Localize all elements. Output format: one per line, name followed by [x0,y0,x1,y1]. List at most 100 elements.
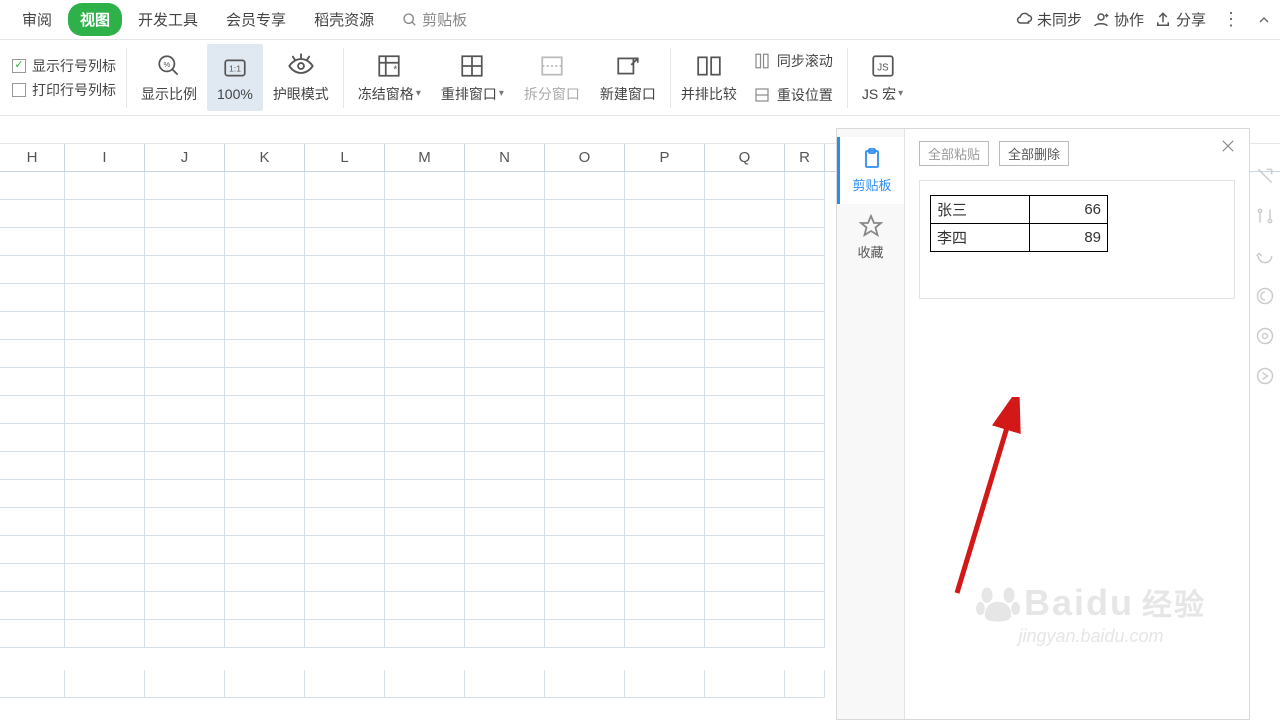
eye-mode-label: 护眼模式 [273,84,329,104]
split-window-button[interactable]: 拆分窗口 [514,44,590,111]
col-header-H[interactable]: H [0,144,65,171]
sync-scroll-button[interactable]: 同步滚动 [749,49,837,73]
star-icon [859,214,883,238]
svg-text:%: % [163,60,170,69]
cell-value: 66 [1030,196,1108,224]
more-menu[interactable]: ⋮ [1216,9,1246,30]
zoom-icon: % [155,52,183,80]
one-to-one-icon: 1:1 [221,54,249,82]
split-label: 拆分窗口 [524,84,580,104]
arrange-windows-button[interactable]: 重排窗口▾ [431,44,514,111]
separator [126,48,127,108]
paste-all-button[interactable]: 全部粘贴 [919,141,989,166]
delete-all-button[interactable]: 全部删除 [999,141,1069,166]
gridline-options: 显示行号列标 打印行号列标 [6,44,122,111]
strip-icon[interactable] [1255,206,1275,226]
sync-scroll-icon [753,52,771,70]
collab-button[interactable]: 协作 [1092,9,1144,30]
panel-tab-clipboard[interactable]: 剪贴板 [837,137,904,204]
eye-mode-button[interactable]: 护眼模式 [263,44,339,111]
tab-daoke[interactable]: 稻壳资源 [302,3,386,36]
separator [847,48,848,108]
display-ratio-label: 显示比例 [141,84,197,104]
strip-icon[interactable] [1255,366,1275,386]
js-macro-button[interactable]: JS JS 宏▾ [852,44,913,111]
ribbon: 显示行号列标 打印行号列标 % 显示比例 1:1 100% 护眼模式 * 冻结窗… [0,40,1280,116]
share-icon [1154,11,1172,29]
clipboard-item[interactable]: 张三 66 李四 89 [919,180,1235,299]
dropdown-caret-icon: ▾ [416,88,421,99]
reset-pos-label: 重设位置 [777,85,833,105]
toggle-show-row-col-headers[interactable]: 显示行号列标 [12,56,116,76]
arrange-label: 重排窗口 [441,84,497,104]
close-panel-button[interactable] [1219,137,1237,155]
panel-sidebar: 剪贴板 收藏 [837,129,905,719]
annotation-arrow [951,397,1041,597]
separator [670,48,671,108]
panel-tab-clipboard-label: 剪贴板 [852,175,891,194]
col-header-Q[interactable]: Q [705,144,785,171]
cloud-icon [1015,11,1033,29]
freeze-icon: * [375,52,403,80]
clipboard-search[interactable]: 剪贴板 [390,3,479,36]
strip-icon[interactable] [1255,326,1275,346]
col-header-R[interactable]: R [785,144,825,171]
menu-tabs: 审阅 视图 开发工具 会员专享 稻壳资源 剪贴板 未同步 协作 分享 ⋮ [0,0,1280,40]
side-by-side-button[interactable]: 并排比较 [681,44,737,111]
tab-dev-tools[interactable]: 开发工具 [126,3,210,36]
new-window-label: 新建窗口 [600,84,656,104]
collab-icon [1092,11,1110,29]
clipboard-panel: 剪贴板 收藏 全部粘贴 全部删除 张三 66 李四 89 [836,128,1250,720]
table-row: 李四 89 [931,224,1108,252]
clipboard-icon [860,147,884,171]
show-row-col-label: 显示行号列标 [32,56,116,76]
cell-name: 李四 [931,224,1030,252]
dropdown-caret-icon: ▾ [898,88,903,99]
toggle-print-row-col-headers[interactable]: 打印行号列标 [12,80,116,100]
collapse-ribbon-icon[interactable] [1256,12,1272,28]
compare-options: 同步滚动 重设位置 [743,44,843,111]
collab-label: 协作 [1114,9,1144,30]
col-header-M[interactable]: M [385,144,465,171]
cell-value: 89 [1030,224,1108,252]
checkbox-checked-icon [12,59,26,73]
svg-text:*: * [394,64,398,75]
tab-review[interactable]: 审阅 [10,3,64,36]
reset-pos-icon [753,86,771,104]
col-header-J[interactable]: J [145,144,225,171]
col-header-L[interactable]: L [305,144,385,171]
freeze-label: 冻结窗格 [358,84,414,104]
svg-text:1:1: 1:1 [229,63,241,73]
strip-icon[interactable] [1255,166,1275,186]
new-window-icon [614,52,642,80]
col-header-K[interactable]: K [225,144,305,171]
freeze-panes-button[interactable]: * 冻结窗格▾ [348,44,431,111]
sync-scroll-label: 同步滚动 [777,51,833,71]
svg-text:JS: JS [877,62,889,73]
table-row: 张三 66 [931,196,1108,224]
right-tool-strip [1250,128,1280,386]
strip-icon[interactable] [1255,246,1275,266]
col-header-I[interactable]: I [65,144,145,171]
strip-icon[interactable] [1255,286,1275,306]
compare-group: 并排比较 [675,44,743,111]
clipboard-search-label: 剪贴板 [422,9,467,30]
panel-tab-favorites[interactable]: 收藏 [837,204,904,271]
display-ratio-button[interactable]: % 显示比例 [131,44,207,111]
share-button[interactable]: 分享 [1154,9,1206,30]
tab-view[interactable]: 视图 [68,3,122,36]
js-icon: JS [869,52,897,80]
col-header-O[interactable]: O [545,144,625,171]
reset-position-button[interactable]: 重设位置 [749,83,837,107]
side-by-side-icon [695,52,723,80]
dropdown-caret-icon: ▾ [499,88,504,99]
search-icon [402,12,418,28]
share-label: 分享 [1176,9,1206,30]
col-header-N[interactable]: N [465,144,545,171]
zoom-100-button[interactable]: 1:1 100% [207,44,263,111]
col-header-P[interactable]: P [625,144,705,171]
sync-status[interactable]: 未同步 [1015,9,1082,30]
tab-member[interactable]: 会员专享 [214,3,298,36]
clipboard-preview-table: 张三 66 李四 89 [930,195,1108,252]
new-window-button[interactable]: 新建窗口 [590,44,666,111]
